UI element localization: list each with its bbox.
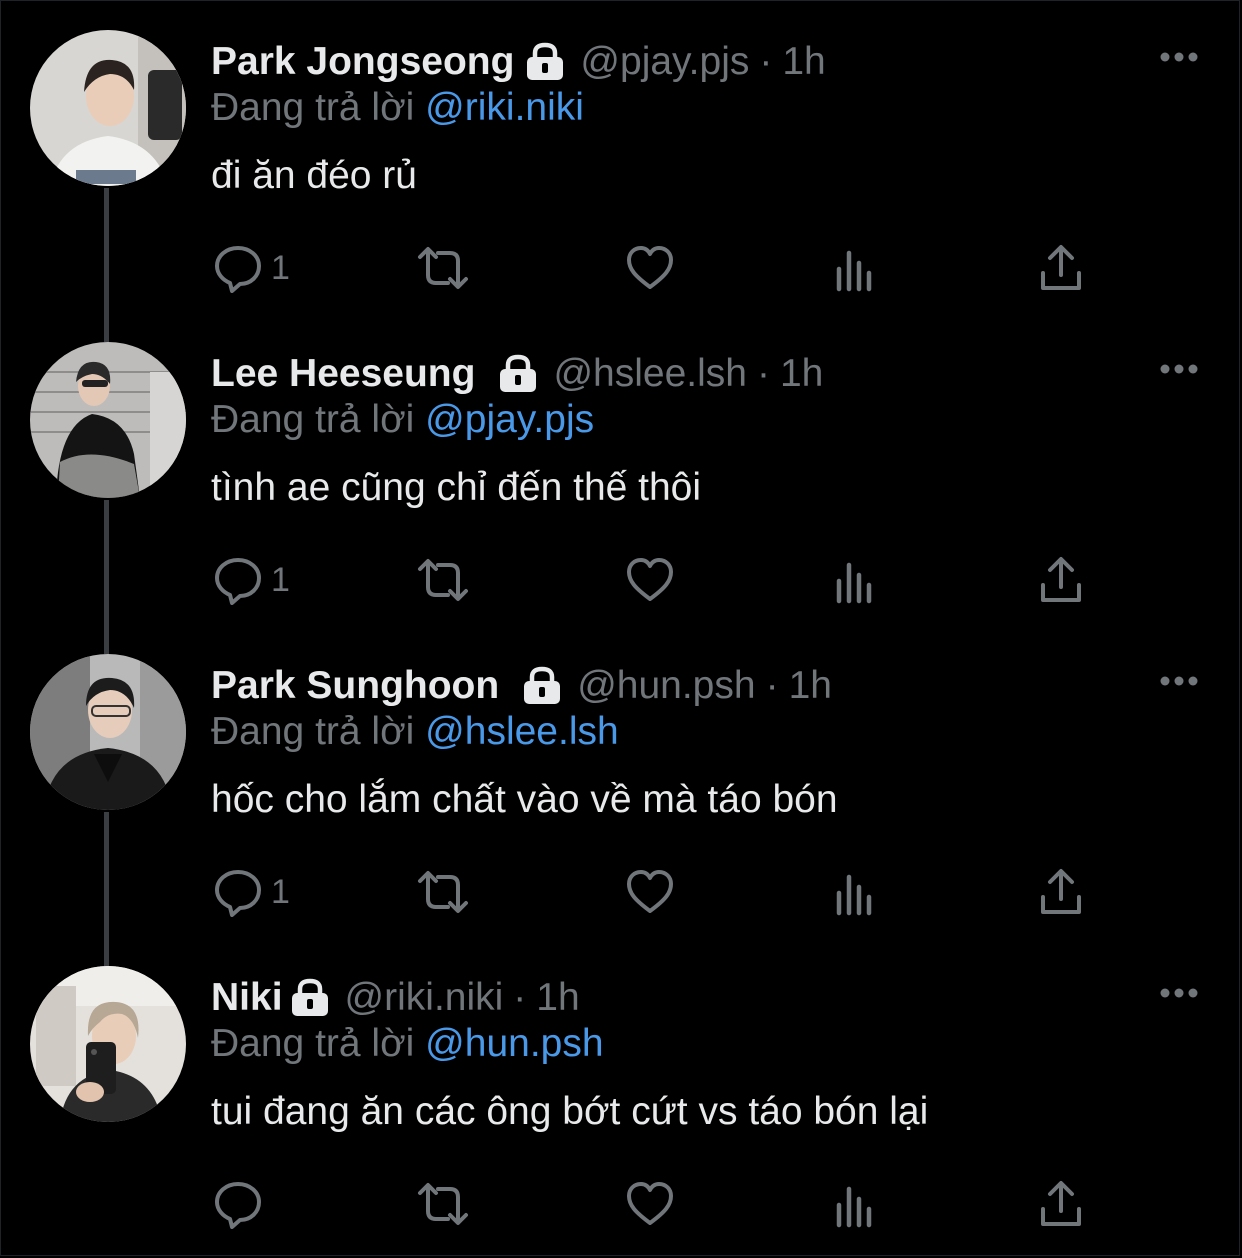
tweet[interactable]: Lee Heeseung @hslee.lsh · 1h Đang trả lờ… xyxy=(0,312,1242,624)
views-icon xyxy=(834,243,878,293)
tweet[interactable]: Park Sunghoon @hun.psh · 1h Đang trả lời… xyxy=(0,624,1242,936)
lock-icon xyxy=(521,666,563,706)
display-name[interactable]: Park Sunghoon xyxy=(211,664,499,708)
share-button[interactable] xyxy=(1038,548,1084,612)
views-icon xyxy=(834,1179,878,1229)
tweet-header: Niki @riki.niki · 1h xyxy=(211,974,580,1022)
retweet-button[interactable] xyxy=(414,548,472,612)
display-name[interactable]: Park Jongseong xyxy=(211,40,514,84)
tweet-actions xyxy=(0,1172,1242,1236)
replying-to: Đang trả lời @riki.niki xyxy=(211,86,584,130)
like-button[interactable] xyxy=(625,860,675,924)
replying-to: Đang trả lời @hslee.lsh xyxy=(211,710,619,754)
tweet-text: đi ăn đéo rủ xyxy=(211,154,417,197)
avatar[interactable] xyxy=(30,30,186,186)
separator-dot: · xyxy=(513,976,527,1019)
reply-count: 1 xyxy=(271,872,290,911)
avatar[interactable] xyxy=(30,342,186,498)
views-icon xyxy=(834,867,878,917)
reply-icon xyxy=(213,243,263,293)
retweet-icon xyxy=(414,1179,472,1229)
retweet-icon xyxy=(414,555,472,605)
share-icon xyxy=(1038,555,1084,605)
heart-icon xyxy=(625,867,675,917)
retweet-button[interactable] xyxy=(414,860,472,924)
lock-icon xyxy=(497,354,539,394)
views-icon xyxy=(834,555,878,605)
share-icon xyxy=(1038,867,1084,917)
separator-dot: · xyxy=(765,664,779,707)
reply-count: 1 xyxy=(271,248,290,287)
replying-to: Đang trả lời @pjay.pjs xyxy=(211,398,594,442)
retweet-icon xyxy=(414,243,472,293)
replying-to-label: Đang trả lời xyxy=(211,710,415,753)
tweet-text: tui đang ăn các ông bớt cứt vs táo bón l… xyxy=(211,1090,929,1133)
more-icon[interactable] xyxy=(1158,674,1200,688)
views-button[interactable] xyxy=(834,860,878,924)
reply-count: 1 xyxy=(271,560,290,599)
retweet-button[interactable] xyxy=(414,1172,472,1236)
separator-dot: · xyxy=(759,40,773,83)
heart-icon xyxy=(625,555,675,605)
timestamp[interactable]: 1h xyxy=(789,664,832,708)
like-button[interactable] xyxy=(625,236,675,300)
tweet-actions: 1 xyxy=(0,860,1242,924)
avatar[interactable] xyxy=(30,654,186,810)
tweet[interactable]: Niki @riki.niki · 1h Đang trả lời @hun.p… xyxy=(0,936,1242,1248)
heart-icon xyxy=(625,1179,675,1229)
reply-mention-link[interactable]: @hslee.lsh xyxy=(425,710,619,753)
avatar[interactable] xyxy=(30,966,186,1122)
display-name[interactable]: Lee Heeseung xyxy=(211,352,475,396)
tweet-header: Park Sunghoon @hun.psh · 1h xyxy=(211,662,832,710)
replying-to-label: Đang trả lời xyxy=(211,86,415,129)
tweet-header: Lee Heeseung @hslee.lsh · 1h xyxy=(211,350,823,398)
heart-icon xyxy=(625,243,675,293)
reply-button[interactable]: 1 xyxy=(213,236,290,300)
reply-button[interactable]: 1 xyxy=(213,860,290,924)
timestamp[interactable]: 1h xyxy=(536,976,579,1020)
reply-mention-link[interactable]: @pjay.pjs xyxy=(425,398,594,441)
share-button[interactable] xyxy=(1038,1172,1084,1236)
replying-to: Đang trả lời @hun.psh xyxy=(211,1022,604,1066)
tweet-header: Park Jongseong @pjay.pjs · 1h xyxy=(211,38,826,86)
tweet-text: hốc cho lắm chất vào về mà táo bón xyxy=(211,778,838,821)
tweet-actions: 1 xyxy=(0,548,1242,612)
lock-icon xyxy=(524,42,566,82)
reply-icon xyxy=(213,867,263,917)
tweet[interactable]: Park Jongseong @pjay.pjs · 1h Đang trả l… xyxy=(0,0,1242,312)
separator-dot: · xyxy=(756,352,770,395)
views-button[interactable] xyxy=(834,236,878,300)
retweet-icon xyxy=(414,867,472,917)
reply-icon xyxy=(213,555,263,605)
retweet-button[interactable] xyxy=(414,236,472,300)
more-icon[interactable] xyxy=(1158,362,1200,376)
share-icon xyxy=(1038,1179,1084,1229)
timestamp[interactable]: 1h xyxy=(780,352,823,396)
reply-button[interactable] xyxy=(213,1172,271,1236)
replying-to-label: Đang trả lời xyxy=(211,1022,415,1065)
views-button[interactable] xyxy=(834,1172,878,1236)
views-button[interactable] xyxy=(834,548,878,612)
user-handle[interactable]: @pjay.pjs xyxy=(580,40,749,84)
user-handle[interactable]: @riki.niki xyxy=(345,976,504,1020)
tweet-actions: 1 xyxy=(0,236,1242,300)
reply-mention-link[interactable]: @riki.niki xyxy=(425,86,584,129)
tweet-text: tình ae cũng chỉ đến thế thôi xyxy=(211,466,702,509)
share-icon xyxy=(1038,243,1084,293)
more-icon[interactable] xyxy=(1158,986,1200,1000)
lock-icon xyxy=(289,978,331,1018)
reply-button[interactable]: 1 xyxy=(213,548,290,612)
like-button[interactable] xyxy=(625,548,675,612)
user-handle[interactable]: @hslee.lsh xyxy=(553,352,747,396)
user-handle[interactable]: @hun.psh xyxy=(577,664,755,708)
share-button[interactable] xyxy=(1038,860,1084,924)
timestamp[interactable]: 1h xyxy=(782,40,825,84)
like-button[interactable] xyxy=(625,1172,675,1236)
replying-to-label: Đang trả lời xyxy=(211,398,415,441)
share-button[interactable] xyxy=(1038,236,1084,300)
more-icon[interactable] xyxy=(1158,50,1200,64)
reply-mention-link[interactable]: @hun.psh xyxy=(425,1022,603,1065)
display-name[interactable]: Niki xyxy=(211,976,283,1020)
reply-icon xyxy=(213,1179,263,1229)
